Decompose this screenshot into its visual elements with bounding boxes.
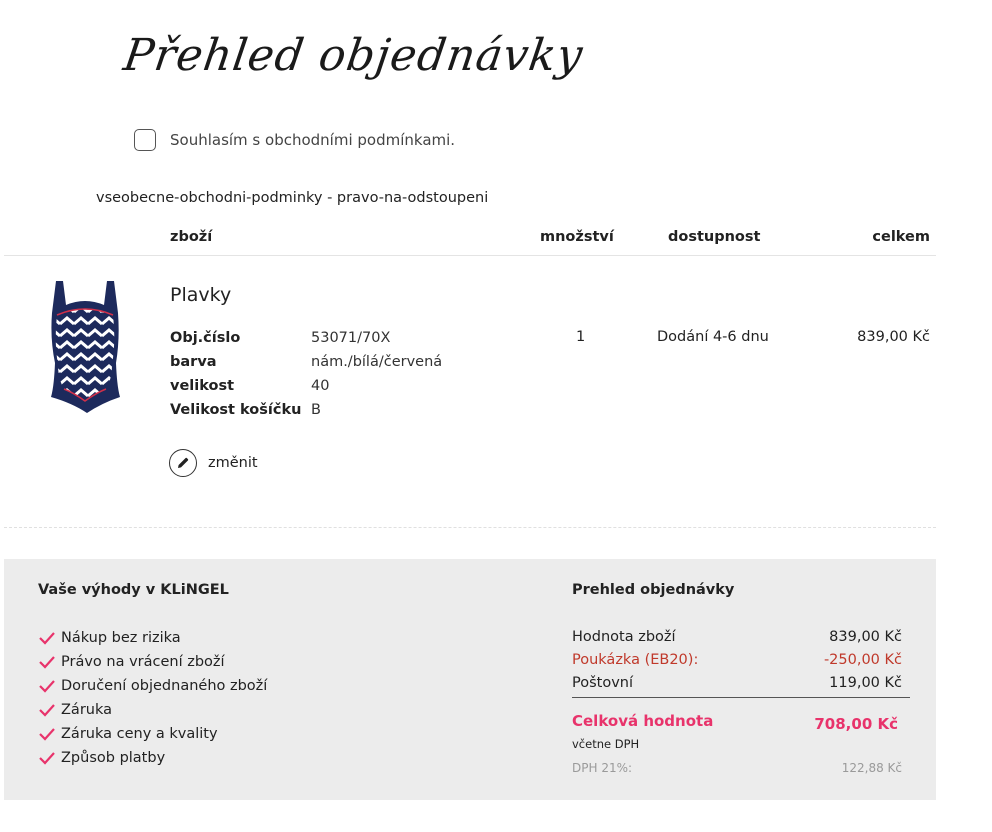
summary-label: Poštovní (572, 675, 634, 691)
summary-value: 122,88 Kč (841, 761, 902, 775)
attr-row-size: velikost 40 (170, 378, 442, 402)
benefit-item: Doručení objednaného zboží (38, 678, 267, 694)
attr-label: velikost (170, 378, 235, 394)
column-header-total: celkem (872, 229, 930, 245)
checkmark-icon (39, 704, 55, 717)
checkmark-icon (39, 680, 55, 693)
terms-consent: Souhlasím s obchodními podmínkami. (134, 129, 455, 151)
order-footer-panel: Vaše výhody v KLiNGEL Nákup bez rizika P… (4, 559, 936, 800)
summary-total-label: Celková hodnota (572, 712, 714, 730)
item-quantity: 1 (576, 329, 586, 345)
edit-item-button[interactable]: změnit (169, 449, 258, 477)
attr-row-color: barva nám./bílá/červená (170, 354, 442, 378)
summary-row-shipping: Poštovní 119,00 Kč (572, 675, 902, 691)
summary-incl-vat: včetne DPH (572, 737, 640, 751)
benefits-title: Vaše výhody v KLiNGEL (38, 582, 229, 598)
summary-divider (572, 697, 910, 698)
attr-value: 53071/70X (311, 330, 391, 346)
summary-label: DPH 21%: (572, 761, 633, 775)
column-header-availability: dostupnost (668, 229, 761, 245)
summary-value: 839,00 Kč (829, 629, 902, 645)
checkmark-icon (39, 632, 55, 645)
summary-label: Hodnota zboží (572, 629, 676, 645)
attr-label: Velikost košíčku (170, 402, 302, 418)
attr-row-cup-size: Velikost košíčku B (170, 402, 442, 426)
benefit-item: Záruka ceny a kvality (38, 726, 218, 742)
benefit-label: Záruka ceny a kvality (61, 726, 218, 742)
summary-value: -250,00 Kč (823, 652, 902, 668)
column-header-quantity: množství (540, 229, 614, 245)
checkmark-icon (39, 752, 55, 765)
item-availability: Dodání 4-6 dnu (657, 329, 769, 345)
checkmark-icon (39, 656, 55, 669)
product-name[interactable]: Plavky (170, 284, 231, 306)
summary-label: Poukázka (EB20): (572, 652, 699, 668)
summary-title: Prehled objednávky (572, 582, 735, 598)
pencil-icon[interactable] (169, 449, 197, 477)
attr-value: B (311, 402, 321, 418)
item-total-price: 839,00 Kč (857, 329, 930, 345)
product-attributes: Obj.číslo 53071/70X barva nám./bílá/červ… (170, 330, 442, 426)
summary-row-voucher: Poukázka (EB20): -250,00 Kč (572, 652, 902, 668)
attr-label: Obj.číslo (170, 330, 241, 346)
attr-row-order-number: Obj.číslo 53071/70X (170, 330, 442, 354)
summary-row-goods: Hodnota zboží 839,00 Kč (572, 629, 902, 645)
column-header-product: zboží (170, 229, 213, 245)
benefit-label: Záruka (61, 702, 112, 718)
table-divider (4, 255, 936, 256)
benefit-item: Způsob platby (38, 750, 165, 766)
table-divider-bottom (4, 527, 936, 528)
terms-links[interactable]: vseobecne-obchodni-podminky - pravo-na-o… (96, 190, 488, 206)
terms-consent-label[interactable]: Souhlasím s obchodními podmínkami. (170, 131, 455, 149)
attr-value: nám./bílá/červená (311, 354, 443, 370)
summary-row-vat: DPH 21%: 122,88 Kč (572, 761, 902, 775)
benefit-label: Doručení objednaného zboží (61, 678, 268, 694)
benefit-item: Záruka (38, 702, 112, 718)
benefit-label: Právo na vrácení zboží (61, 654, 225, 670)
benefit-label: Způsob platby (61, 750, 166, 766)
product-image[interactable] (46, 279, 124, 415)
attr-label: barva (170, 354, 217, 370)
benefit-item: Nákup bez rizika (38, 630, 181, 646)
attr-value: 40 (311, 378, 330, 394)
page-title: Přehled objednávky (120, 30, 587, 81)
summary-row-total: Celková hodnota 708,00 Kč (572, 712, 898, 733)
summary-total-value: 708,00 Kč (814, 715, 898, 733)
edit-item-label[interactable]: změnit (208, 455, 258, 471)
benefit-item: Právo na vrácení zboží (38, 654, 225, 670)
terms-checkbox[interactable] (134, 129, 156, 151)
checkmark-icon (39, 728, 55, 741)
summary-value: 119,00 Kč (829, 675, 902, 691)
benefit-label: Nákup bez rizika (61, 630, 181, 646)
